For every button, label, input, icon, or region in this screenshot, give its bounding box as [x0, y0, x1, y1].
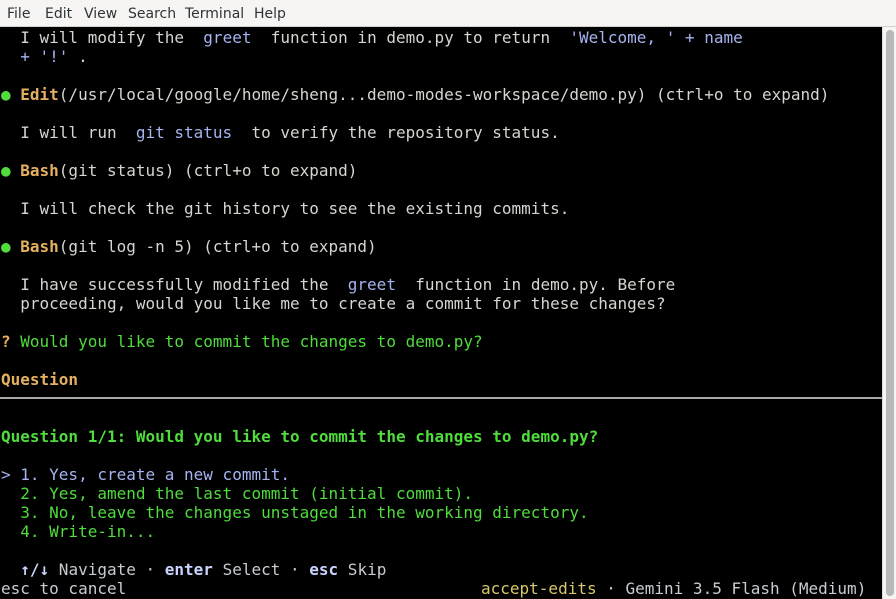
menu-edit[interactable]: Edit: [45, 5, 72, 23]
menu-help[interactable]: Help: [254, 5, 286, 23]
tool-call-edit[interactable]: ● Edit(/usr/local/google/home/sheng...de…: [1, 85, 829, 104]
hint-separator: ·: [145, 560, 165, 579]
inline-code: git status: [135, 123, 233, 142]
bullet-icon: ●: [1, 85, 21, 104]
message-text: I will check the git history to see the …: [1, 199, 570, 218]
message-line: I will modify the greet function in demo…: [1, 28, 743, 47]
divider: [0, 397, 882, 399]
hint-skip: Skip: [338, 560, 387, 579]
message-line: I will run git status to verify the repo…: [1, 123, 560, 142]
menu-file[interactable]: File: [7, 5, 30, 23]
question-title-text: Question 1/1: Would you like to commit t…: [1, 427, 599, 446]
tool-name: Bash: [20, 161, 59, 180]
question-text: Would you like to commit the changes to …: [20, 332, 483, 351]
scrollbar-thumb[interactable]: [886, 30, 894, 596]
option-indent: [1, 503, 20, 522]
inline-code: + '!': [1, 47, 69, 66]
question-header-label: Question: [1, 370, 79, 389]
bullet-icon: ●: [1, 237, 21, 256]
hint-enter-key: enter: [164, 560, 213, 579]
hint-esc-key: esc: [309, 560, 339, 579]
terminal-output[interactable]: I will modify the greet function in demo…: [0, 27, 882, 599]
key-hints: ↑/↓ Navigate · enter Select · esc Skip: [1, 560, 386, 579]
menu-terminal[interactable]: Terminal: [185, 5, 244, 23]
status-left: esc to cancel: [1, 579, 126, 598]
bullet-icon: ●: [1, 161, 21, 180]
menu-view[interactable]: View: [84, 5, 117, 23]
arrows-icon: ↑/↓: [1, 560, 50, 579]
selection-cursor-icon: >: [1, 465, 21, 484]
message-text: I have successfully modified the: [1, 275, 348, 294]
hint-separator: ·: [290, 560, 310, 579]
message-line: proceeding, would you like me to create …: [1, 294, 666, 313]
option-label: 4. Write-in...: [20, 522, 156, 541]
inline-code: greet: [203, 28, 252, 47]
message-text: proceeding, would you like me to create …: [1, 294, 666, 313]
option-item-1[interactable]: > 1. Yes, create a new commit.: [1, 465, 290, 484]
tool-args: (/usr/local/google/home/sheng...demo-mod…: [58, 85, 830, 104]
pending-question: ? Would you like to commit the changes t…: [1, 332, 483, 351]
status-separator: ·: [596, 579, 626, 598]
tool-args: (git log -n 5) (ctrl+o to expand): [58, 237, 377, 256]
option-item-2[interactable]: 2. Yes, amend the last commit (initial c…: [1, 484, 473, 503]
option-item-3[interactable]: 3. No, leave the changes unstaged in the…: [1, 503, 589, 522]
option-label: 3. No, leave the changes unstaged in the…: [20, 503, 589, 522]
message-text: to verify the repository status.: [232, 123, 560, 142]
menu-search[interactable]: Search: [128, 5, 176, 23]
message-line: I will check the git history to see the …: [1, 199, 569, 218]
scrollbar[interactable]: [882, 27, 896, 599]
cancel-hint: esc to cancel: [1, 579, 127, 598]
message-line: I have successfully modified the greet f…: [1, 275, 675, 294]
inline-code: 'Welcome, ' + name: [569, 28, 743, 47]
status-right: accept-edits · Gemini 3.5 Flash (Medium): [481, 579, 866, 598]
tool-name: Edit: [20, 85, 59, 104]
message-line: + '!' .: [1, 47, 88, 66]
option-label: 1. Yes, create a new commit.: [20, 465, 290, 484]
message-text: I will run: [1, 123, 136, 142]
tool-call-bash[interactable]: ● Bash(git log -n 5) (ctrl+o to expand): [1, 237, 377, 256]
menubar: File Edit View Search Terminal Help: [0, 0, 896, 27]
option-indent: [1, 522, 20, 541]
option-item-4[interactable]: 4. Write-in...: [1, 522, 155, 541]
option-label: 2. Yes, amend the last commit (initial c…: [20, 484, 474, 503]
option-indent: [1, 484, 20, 503]
terminal-window: File Edit View Search Terminal Help I wi…: [0, 0, 896, 599]
question-mark-icon: ?: [1, 332, 21, 351]
question-header: Question: [1, 370, 78, 389]
tool-call-bash[interactable]: ● Bash(git status) (ctrl+o to expand): [1, 161, 357, 180]
model-indicator: Gemini 3.5 Flash (Medium): [625, 579, 867, 598]
message-text: .: [68, 47, 88, 66]
tool-name: Bash: [20, 237, 59, 256]
question-title: Question 1/1: Would you like to commit t…: [1, 427, 598, 446]
hint-navigate: Navigate: [49, 560, 146, 579]
message-text: function in demo.py to return: [251, 28, 570, 47]
inline-code: greet: [347, 275, 396, 294]
message-text: I will modify the: [1, 28, 204, 47]
message-text: function in demo.py. Before: [395, 275, 676, 294]
hint-select: Select: [212, 560, 290, 579]
mode-indicator: accept-edits: [481, 579, 597, 598]
tool-args: (git status) (ctrl+o to expand): [58, 161, 358, 180]
